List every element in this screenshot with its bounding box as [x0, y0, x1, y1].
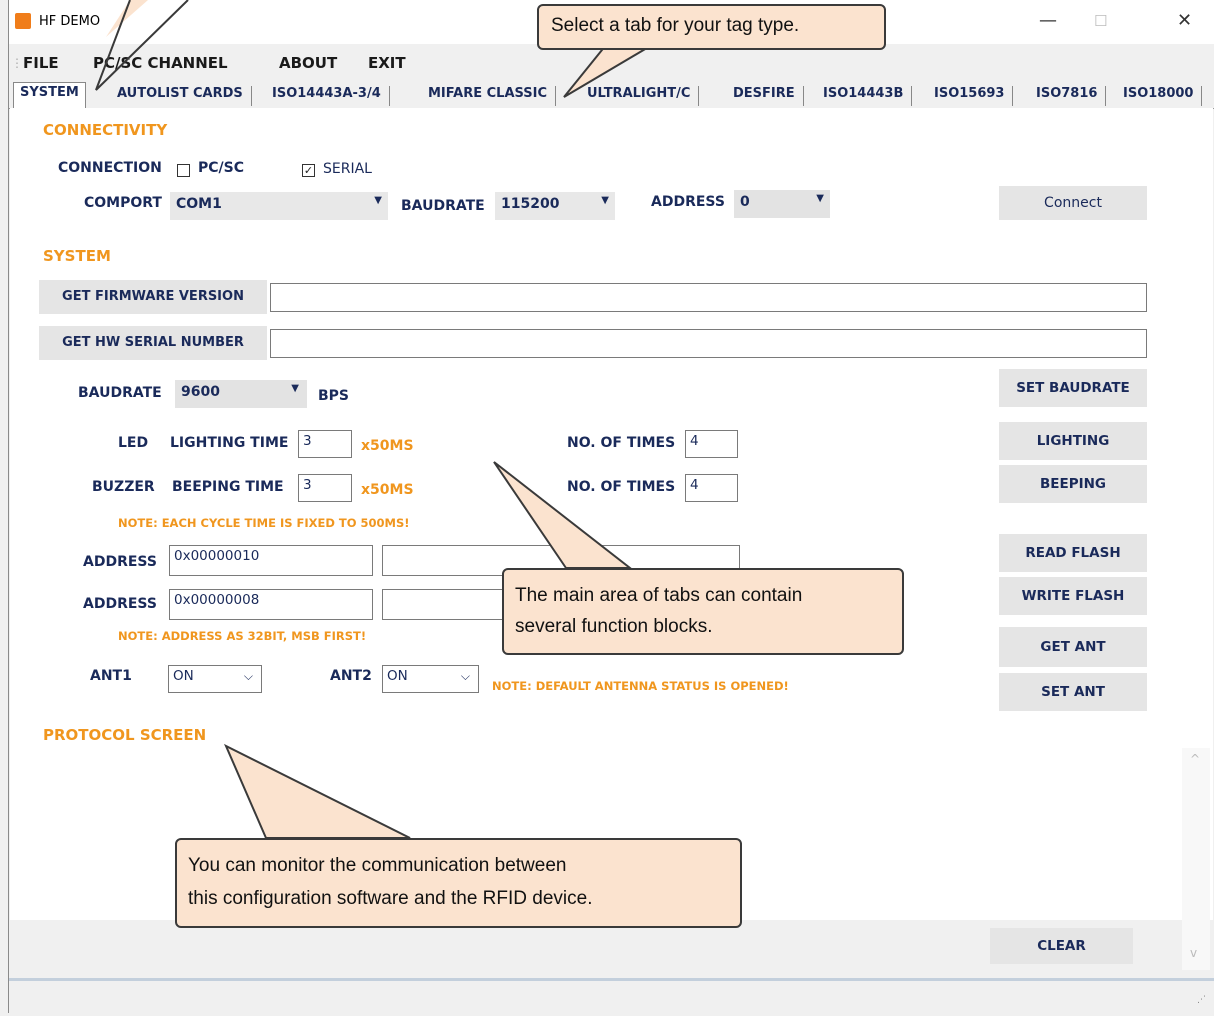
callout-protocol-line2: this configuration software and the RFID…: [188, 888, 593, 909]
callout-main-line1: The main area of tabs can contain: [515, 585, 803, 606]
callout-main-area: The main area of tabs can contain severa…: [502, 568, 904, 655]
callout-tabs-text: Select a tab for your tag type.: [551, 15, 800, 36]
callout-protocol-line1: You can monitor the communication betwee…: [188, 855, 567, 876]
pointer-main-area: [493, 461, 633, 569]
pointer-protocol: [223, 743, 411, 839]
callout-protocol: You can monitor the communication betwee…: [175, 838, 742, 928]
pointer-tabs: [563, 44, 656, 98]
pointer-menu: [95, 0, 189, 91]
callout-tabs: Select a tab for your tag type.: [537, 4, 886, 50]
callout-main-line2: several function blocks.: [515, 616, 713, 637]
